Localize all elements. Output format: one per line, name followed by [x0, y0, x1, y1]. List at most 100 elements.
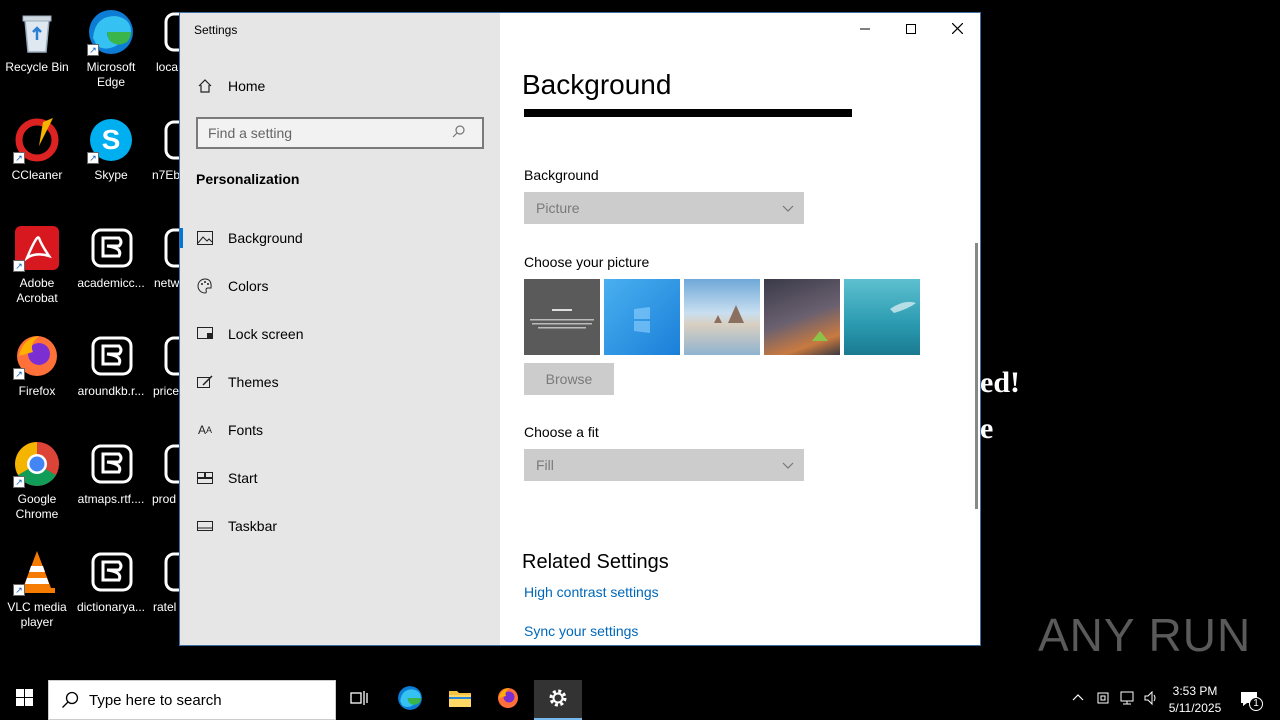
desktop-icon-label: Google Chrome [15, 492, 59, 521]
background-preview [524, 109, 852, 117]
picture-thumbnail[interactable] [524, 279, 600, 355]
nav-item-taskbar[interactable]: Taskbar [180, 502, 500, 550]
folder-icon [448, 688, 472, 713]
nav-item-label: Colors [228, 278, 269, 294]
action-center-button[interactable]: 1 [1239, 689, 1263, 712]
chrome-icon: ↗ [13, 440, 61, 488]
task-view-button[interactable] [336, 680, 384, 720]
desktop-icon-label: academicc... [77, 276, 145, 290]
desktop-icon-label: dictionarya... [76, 600, 146, 614]
desktop-icon-recycle-bin[interactable]: Recycle Bin [0, 8, 74, 75]
nav-item-fonts[interactable]: AA Fonts [180, 406, 500, 454]
svg-text:S: S [102, 124, 121, 155]
nav-item-background[interactable]: Background [180, 214, 500, 262]
taskbar-file-explorer[interactable] [436, 680, 484, 720]
picture-thumbnail[interactable] [604, 279, 680, 355]
choose-picture-label: Choose your picture [524, 254, 650, 270]
content-scrollbar[interactable] [975, 243, 978, 509]
choose-fit-label: Choose a fit [524, 424, 599, 440]
taskbar-settings[interactable] [534, 680, 582, 720]
section-title: Personalization [196, 171, 300, 187]
desktop-icon-file[interactable]: dictionarya... [74, 548, 148, 615]
ccleaner-icon: ↗ [13, 116, 61, 164]
chevron-up-icon[interactable] [1071, 690, 1085, 707]
nav-item-label: Fonts [228, 422, 264, 438]
nav-item-themes[interactable]: Themes [180, 358, 500, 406]
desktop-icon-edge[interactable]: ↗ Microsoft Edge [74, 8, 148, 90]
browse-button[interactable]: Browse [524, 363, 614, 395]
anyrun-watermark: ANY RUN [1038, 608, 1251, 662]
picture-thumbnail[interactable] [844, 279, 920, 355]
encrypted-file-icon [87, 224, 135, 272]
chevron-down-icon [782, 200, 794, 216]
close-button[interactable] [934, 13, 980, 45]
settings-search[interactable] [196, 117, 484, 149]
desktop-icon-label: Skype [94, 168, 128, 182]
fit-dropdown[interactable]: Fill [524, 449, 804, 481]
desktop-icon-file[interactable]: academicc... [74, 224, 148, 291]
desktop-icon-adobe-acrobat[interactable]: ↗ Adobe Acrobat [0, 224, 74, 306]
desktop-icon-firefox[interactable]: ↗ Firefox [0, 332, 74, 399]
system-clock[interactable]: 3:53 PM 5/11/2025 [1162, 683, 1228, 717]
fonts-icon: AA [197, 423, 213, 437]
taskbar-search[interactable]: Type here to search [48, 680, 336, 720]
nav-item-lock-screen[interactable]: Lock screen [180, 310, 500, 358]
edge-icon: ↗ [87, 8, 135, 56]
picture-thumbnail[interactable] [684, 279, 760, 355]
windows-logo-icon [15, 689, 33, 711]
high-contrast-link[interactable]: High contrast settings [524, 584, 659, 600]
desktop-icon-vlc[interactable]: ↗ VLC media player [0, 548, 74, 630]
wallpaper-text-line2: e [980, 412, 994, 445]
lock-screen-icon [196, 325, 214, 343]
vlc-icon: ↗ [13, 548, 61, 596]
nav-home[interactable]: Home [180, 62, 500, 110]
desktop-icon-label: Microsoft Edge [86, 60, 136, 89]
search-input[interactable] [198, 125, 448, 141]
page-title: Background [522, 69, 672, 100]
recycle-bin-icon [13, 8, 61, 56]
taskbar-firefox[interactable] [484, 680, 532, 720]
desktop-icon-file[interactable]: atmaps.rtf.... [74, 440, 148, 507]
close-icon [951, 21, 963, 37]
adobe-acrobat-icon: ↗ [13, 224, 61, 272]
desktop-icon-ccleaner[interactable]: ↗ CCleaner [0, 116, 74, 183]
clock-time: 3:53 PM [1172, 684, 1218, 698]
taskbar-icon [196, 517, 214, 535]
gear-icon [547, 687, 569, 714]
desktop-icon-google-chrome[interactable]: ↗ Google Chrome [0, 440, 74, 522]
maximize-button[interactable] [888, 13, 934, 45]
picture-thumbnail[interactable] [764, 279, 840, 355]
nav-item-label: Themes [228, 374, 279, 390]
themes-icon [196, 373, 214, 391]
sync-settings-link[interactable]: Sync your settings [524, 623, 638, 639]
encrypted-file-icon [87, 440, 135, 488]
palette-icon [196, 277, 214, 295]
network-icon[interactable] [1119, 690, 1135, 709]
device-icon[interactable] [1096, 690, 1110, 709]
desktop-icon-label: VLC media player [7, 600, 67, 629]
nav-item-colors[interactable]: Colors [180, 262, 500, 310]
home-icon [196, 77, 214, 95]
nav-item-label: Background [228, 230, 303, 246]
desktop-icon-skype[interactable]: S ↗ Skype [74, 116, 148, 183]
taskbar-edge[interactable] [386, 680, 434, 720]
start-button[interactable] [0, 680, 48, 720]
start-icon [196, 469, 214, 487]
nav-home-label: Home [228, 78, 266, 94]
desktop-icon-label: CCleaner [11, 168, 63, 182]
picture-icon [196, 229, 214, 247]
volume-icon[interactable] [1143, 690, 1159, 709]
desktop-icon-label: Adobe Acrobat [16, 276, 58, 305]
nav-item-label: Lock screen [228, 326, 304, 342]
watermark-text: ANY RUN [1038, 609, 1252, 661]
firefox-icon: ↗ [13, 332, 61, 380]
encrypted-file-icon [87, 548, 135, 596]
nav-item-start[interactable]: Start [180, 454, 500, 502]
task-view-icon [350, 689, 370, 712]
skype-icon: S ↗ [87, 116, 135, 164]
edge-icon [397, 685, 423, 716]
desktop-icon-file[interactable]: aroundkb.r... [74, 332, 148, 399]
settings-nav-pane: Settings Home Personalization Background [180, 13, 500, 645]
minimize-button[interactable] [842, 13, 888, 45]
background-type-dropdown[interactable]: Picture [524, 192, 804, 224]
